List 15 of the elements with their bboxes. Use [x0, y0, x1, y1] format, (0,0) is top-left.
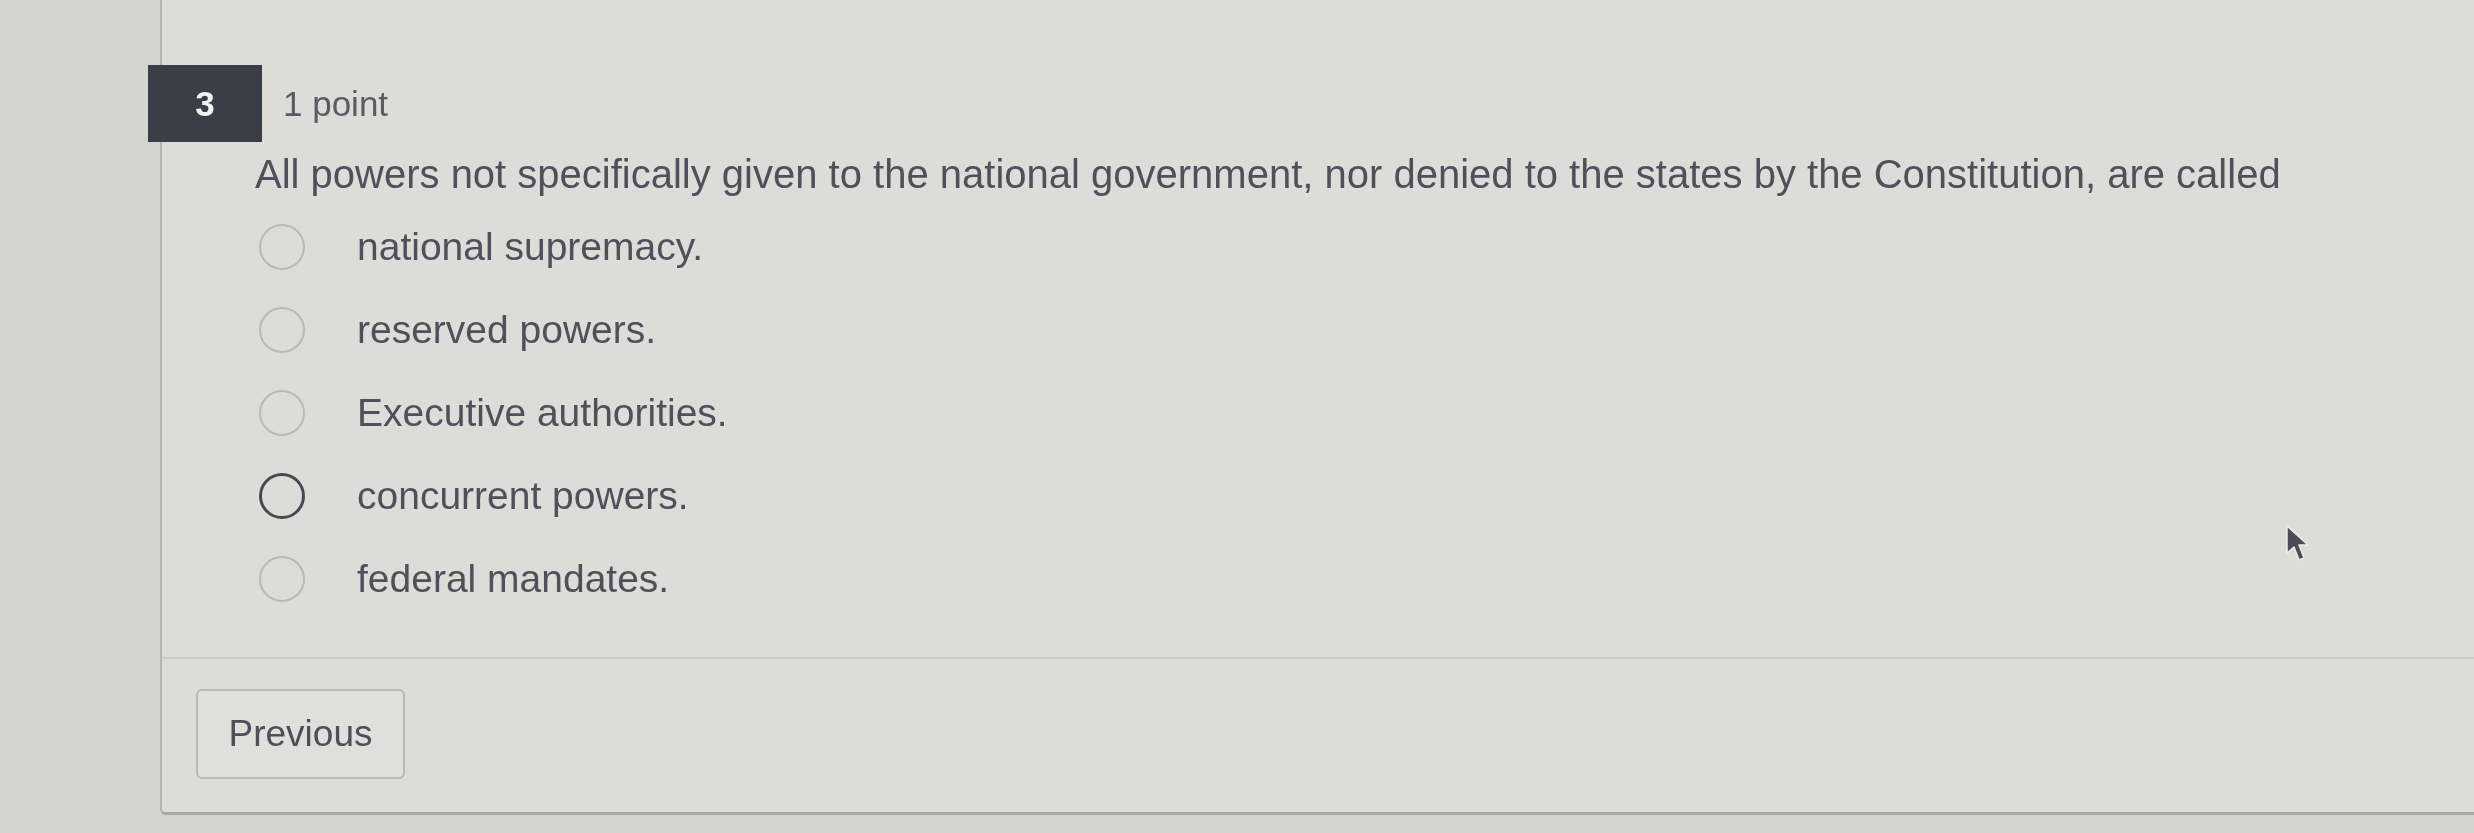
radio-button[interactable] [259, 223, 305, 270]
option-label[interactable]: federal mandates. [357, 555, 670, 602]
option-label[interactable]: national supremacy. [357, 223, 704, 270]
previous-button[interactable]: Previous [196, 689, 405, 779]
radio-button[interactable] [259, 389, 305, 436]
radio-button[interactable] [259, 555, 305, 602]
option-label[interactable]: reserved powers. [357, 306, 657, 353]
cursor-icon [2286, 525, 2310, 563]
question-number: 3 [148, 65, 262, 142]
radio-button[interactable] [259, 306, 305, 353]
option-label[interactable]: concurrent powers. [357, 472, 689, 519]
question-text: All powers not specifically given to the national government, nor denied to the states by the Constitution, are called [255, 151, 2281, 197]
points-label: 1 point [283, 83, 389, 124]
radio-button[interactable] [259, 472, 305, 519]
option-label[interactable]: Executive authorities. [357, 389, 728, 436]
